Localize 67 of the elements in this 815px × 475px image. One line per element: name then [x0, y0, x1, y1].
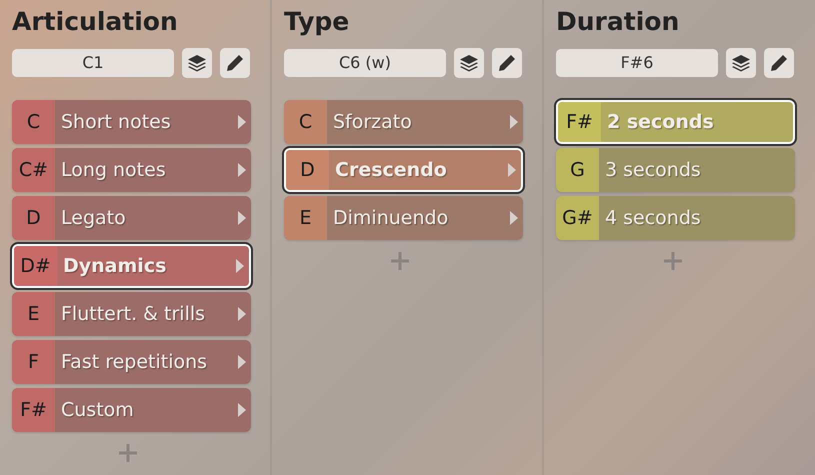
list-item[interactable]: C Short notes — [12, 100, 251, 144]
note-key: G — [556, 148, 599, 192]
item-label: Fast repetitions — [60, 350, 208, 375]
item-label: Legato — [60, 206, 127, 231]
item-label: Fluttert. & trills — [60, 302, 206, 327]
list-item[interactable]: G 3 seconds — [556, 148, 795, 192]
note-key: F# — [12, 388, 55, 432]
chevron-right-icon — [508, 163, 516, 177]
key-field[interactable]: F#6 — [556, 49, 718, 77]
layers-button[interactable] — [182, 48, 212, 78]
list-item[interactable]: C Sforzato — [284, 100, 523, 144]
note-key: F# — [558, 102, 601, 142]
note-key: C — [12, 100, 55, 144]
chevron-right-icon — [510, 115, 518, 129]
list-item[interactable]: F# Custom — [12, 388, 251, 432]
pencil-icon — [497, 53, 517, 73]
list-item[interactable]: F Fast repetitions — [12, 340, 251, 384]
chevron-right-icon — [238, 403, 246, 417]
edit-button[interactable] — [220, 48, 250, 78]
layers-icon — [731, 54, 751, 72]
item-label: Dynamics — [62, 254, 168, 279]
item-label: Short notes — [60, 110, 172, 135]
chevron-right-icon — [238, 307, 246, 321]
chevron-right-icon — [238, 163, 246, 177]
note-key: D# — [14, 246, 57, 286]
chevron-right-icon — [236, 259, 244, 273]
edit-button[interactable] — [492, 48, 522, 78]
layers-icon — [459, 54, 479, 72]
column-title: Duration — [556, 6, 680, 38]
item-label: Sforzato — [332, 110, 413, 135]
list-item[interactable]: F# 2 seconds — [556, 100, 795, 144]
item-label: Long notes — [60, 158, 167, 183]
list-item[interactable]: E Diminuendo — [284, 196, 523, 240]
column-title: Articulation — [12, 6, 178, 38]
pencil-icon — [769, 53, 789, 73]
layers-button[interactable] — [454, 48, 484, 78]
chevron-right-icon — [510, 211, 518, 225]
list-item[interactable]: D Crescendo — [284, 148, 523, 192]
list-item[interactable]: C# Long notes — [12, 148, 251, 192]
note-key: C — [284, 100, 327, 144]
note-key: E — [12, 292, 55, 336]
note-key: E — [284, 196, 327, 240]
note-key: D — [12, 196, 55, 240]
layers-button[interactable] — [726, 48, 756, 78]
item-label: 4 seconds — [604, 206, 702, 231]
layers-icon — [187, 54, 207, 72]
item-label: Custom — [60, 398, 135, 423]
key-field[interactable]: C6 (w) — [284, 49, 446, 77]
item-label: Diminuendo — [332, 206, 450, 231]
chevron-right-icon — [238, 211, 246, 225]
chevron-right-icon — [238, 115, 246, 129]
item-label: 3 seconds — [604, 158, 702, 183]
item-label: Crescendo — [334, 158, 448, 183]
list-item[interactable]: E Fluttert. & trills — [12, 292, 251, 336]
list-item[interactable]: D Legato — [12, 196, 251, 240]
list-item[interactable]: D# Dynamics — [12, 244, 251, 288]
note-key: C# — [12, 148, 55, 192]
pencil-icon — [225, 53, 245, 73]
edit-button[interactable] — [764, 48, 794, 78]
key-field[interactable]: C1 — [12, 49, 174, 77]
item-label: 2 seconds — [606, 110, 715, 135]
note-key: G# — [556, 196, 599, 240]
chevron-right-icon — [238, 355, 246, 369]
list-item[interactable]: G# 4 seconds — [556, 196, 795, 240]
note-key: F — [12, 340, 55, 384]
note-key: D — [286, 150, 329, 190]
column-title: Type — [284, 6, 350, 38]
